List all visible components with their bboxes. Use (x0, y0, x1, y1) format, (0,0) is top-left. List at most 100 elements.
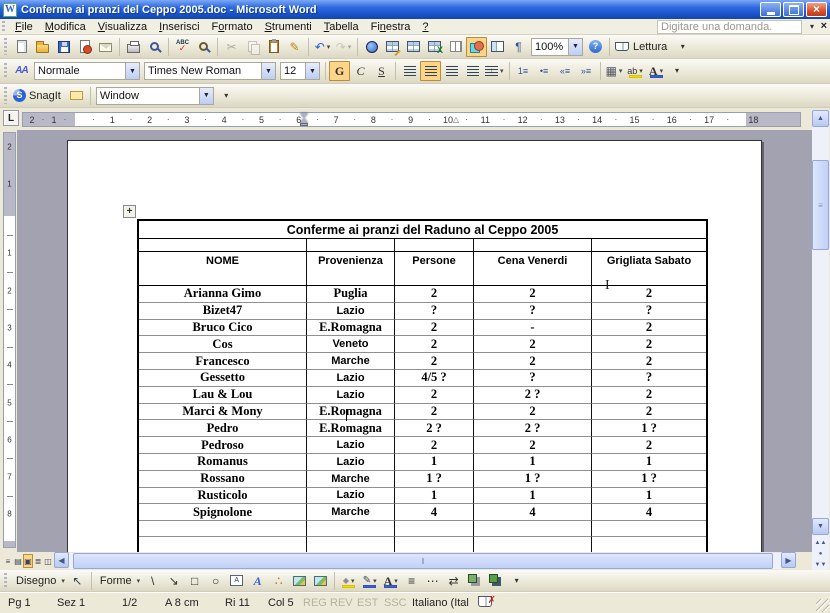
menu-item-finestra[interactable]: Finestra (365, 20, 417, 34)
table-cell[interactable] (474, 521, 592, 537)
cell-cena-venerdi[interactable]: 1 (474, 454, 592, 471)
cell-persone[interactable]: 2 (395, 320, 474, 337)
print-preview-button[interactable] (144, 37, 165, 57)
table-cell[interactable] (395, 521, 474, 537)
snagit-mode-combo-value[interactable]: Window (97, 90, 199, 102)
cell-provenienza[interactable]: Lazio (307, 303, 395, 320)
arrow-style-button[interactable]: ⇄ (443, 571, 464, 591)
toolbar-grip[interactable] (4, 573, 7, 588)
cell-provenienza[interactable]: Lazio (307, 488, 395, 505)
line-spacing-button[interactable]: ↕▾ (483, 61, 506, 81)
font-color-button[interactable]: A▾ (380, 571, 401, 591)
spelling-status-icon[interactable] (478, 596, 492, 607)
underline-button[interactable]: S (371, 61, 392, 81)
menu-item-file[interactable]: File (9, 20, 39, 34)
resize-grip[interactable] (816, 599, 829, 612)
highlight-button[interactable]: ab▾ (625, 61, 646, 81)
cell-nome[interactable]: Pedroso (139, 437, 307, 454)
cell-cena-venerdi[interactable]: 2 ? (474, 420, 592, 437)
toolbar-options-button[interactable]: ▾ (506, 571, 527, 591)
save-button[interactable] (53, 37, 74, 57)
toolbar-grip[interactable] (4, 38, 7, 54)
cell-provenienza[interactable]: Marche (307, 353, 395, 370)
oval-button[interactable]: ○ (205, 571, 226, 591)
increase-indent-button[interactable]: »≡ (576, 61, 597, 81)
cell-provenienza[interactable]: Marche (307, 471, 395, 488)
italic-button[interactable]: C (350, 61, 371, 81)
toolbar-options-button[interactable]: ▾ (216, 86, 237, 106)
dash-style-button[interactable]: ⋯ (422, 571, 443, 591)
borders-button[interactable]: ▦▾ (604, 61, 625, 81)
cell-cena-venerdi[interactable]: 2 (474, 404, 592, 421)
table-title[interactable]: Conferme ai pranzi del Raduno al Ceppo 2… (139, 221, 706, 239)
cell-nome[interactable]: Rusticolo (139, 488, 307, 505)
cell-nome[interactable]: Lau & Lou (139, 387, 307, 404)
cell-nome[interactable]: Arianna Gimo (139, 286, 307, 303)
status-mode-ssc[interactable]: SSC (384, 597, 407, 609)
menu-item-modifica[interactable]: Modifica (39, 20, 92, 34)
redo-button[interactable]: ↷▾ (333, 37, 354, 57)
table-cell[interactable] (592, 239, 706, 251)
dropdown-arrow-icon[interactable]: ▾ (137, 577, 141, 585)
toolbar-options-button[interactable]: ▾ (667, 61, 688, 81)
cell-nome[interactable]: Cos (139, 336, 307, 353)
menu-item-inserisci[interactable]: Inserisci (153, 20, 205, 34)
print-button[interactable] (123, 37, 144, 57)
cell-cena-venerdi[interactable]: 2 (474, 286, 592, 303)
cell-persone[interactable]: 4 (395, 504, 474, 521)
columns-button[interactable] (445, 37, 466, 57)
restore-button[interactable] (783, 2, 804, 17)
cell-persone[interactable]: 1 (395, 488, 474, 505)
dropdown-arrow-icon[interactable]: ▼ (305, 63, 319, 79)
cut-button[interactable]: ✂ (221, 37, 242, 57)
drawing-button[interactable] (466, 37, 487, 57)
table-cell[interactable] (474, 239, 592, 251)
paste-button[interactable] (263, 37, 284, 57)
view-reading-button[interactable]: ◫ (43, 554, 53, 568)
previous-page-button[interactable]: ▲▲ (812, 537, 829, 548)
cell-nome[interactable]: Francesco (139, 353, 307, 370)
select-objects-button[interactable]: ↖ (67, 571, 88, 591)
cell-nome[interactable]: Rossano (139, 471, 307, 488)
line-button[interactable]: \ (142, 571, 163, 591)
view-web-layout-button[interactable]: ▤ (13, 554, 23, 568)
cell-grigliata-sabato[interactable]: 1 ? (592, 420, 706, 437)
toolbar-grip[interactable] (4, 63, 7, 80)
font-size-combo[interactable]: 12▼ (280, 62, 320, 80)
dropdown-arrow-icon[interactable]: ▾ (351, 577, 355, 585)
dropdown-arrow-icon[interactable]: ▾ (373, 577, 377, 585)
vertical-scrollbar[interactable]: ▲ ≡ ▼ ▲▲ ● ▼▼ (812, 110, 829, 570)
line-style-button[interactable]: ≡ (401, 571, 422, 591)
cell-cena-venerdi[interactable]: 1 (474, 488, 592, 505)
cell-persone[interactable]: 2 ? (395, 420, 474, 437)
bold-button[interactable]: G (329, 61, 350, 81)
scroll-up-button[interactable]: ▲ (812, 110, 829, 127)
close-button[interactable] (806, 2, 827, 17)
cell-persone[interactable]: 2 (395, 404, 474, 421)
rectangle-button[interactable]: □ (184, 571, 205, 591)
tables-and-borders-button[interactable] (382, 37, 403, 57)
clip-art-button[interactable] (289, 571, 310, 591)
cell-grigliata-sabato[interactable]: 2 (592, 404, 706, 421)
text-box-button[interactable]: A (226, 571, 247, 591)
snagit-capture-button[interactable] (66, 86, 87, 106)
research-button[interactable] (193, 37, 214, 57)
cell-cena-venerdi[interactable]: 1 ? (474, 471, 592, 488)
horizontal-ruler[interactable]: 21··1·2·3·4·5·6·7·8·9·10·11·12·13·14·15·… (22, 112, 801, 127)
numbering-button[interactable]: 1≡ (513, 61, 534, 81)
toolbar-options-button[interactable]: ▾ (672, 37, 693, 57)
show-hide-paragraph-button[interactable]: ¶ (508, 37, 529, 57)
table-cell[interactable] (307, 521, 395, 537)
cell-provenienza[interactable]: E.Romagna (307, 404, 395, 421)
cell-provenienza[interactable]: Lazio (307, 437, 395, 454)
menu-item-formato[interactable]: Formato (206, 20, 259, 34)
read-layout-button[interactable]: Lettura (613, 37, 672, 57)
cell-grigliata-sabato[interactable]: 1 (592, 488, 706, 505)
insert-hyperlink-button[interactable] (361, 37, 382, 57)
cell-provenienza[interactable]: Lazio (307, 387, 395, 404)
table-cell[interactable] (139, 537, 307, 552)
column-header[interactable]: Provenienza (307, 252, 395, 285)
cell-provenienza[interactable]: Puglia (307, 286, 395, 303)
cell-nome[interactable]: Marci & Mony (139, 404, 307, 421)
document-page[interactable]: + Conferme ai pranzi del Raduno al Ceppo… (67, 140, 762, 552)
